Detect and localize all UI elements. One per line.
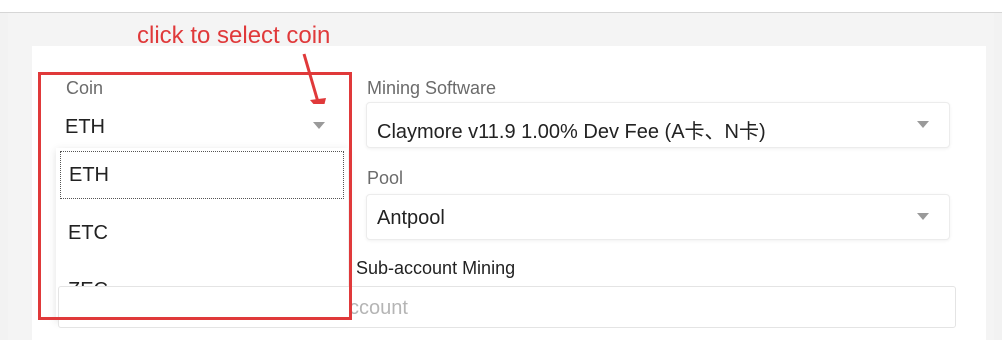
top-bar	[0, 0, 1002, 13]
annotation-text: click to select coin	[137, 22, 331, 49]
sub-account-placeholder: ccount	[349, 297, 408, 319]
annotation-highlight-box	[38, 72, 352, 320]
sub-account-mining-label: Sub-account Mining	[356, 258, 516, 278]
mining-software-label: Mining Software	[367, 78, 497, 98]
mining-software-selected-value: Claymore v11.9 1.00% Dev Fee (A卡、N卡)	[377, 121, 766, 143]
pool-select[interactable]: Antpool	[366, 194, 950, 240]
pool-label: Pool	[367, 168, 404, 188]
mining-software-select[interactable]: Claymore v11.9 1.00% Dev Fee (A卡、N卡)	[366, 102, 950, 148]
chevron-down-icon	[917, 121, 929, 128]
chevron-down-icon	[917, 213, 929, 220]
pool-selected-value: Antpool	[377, 207, 445, 229]
